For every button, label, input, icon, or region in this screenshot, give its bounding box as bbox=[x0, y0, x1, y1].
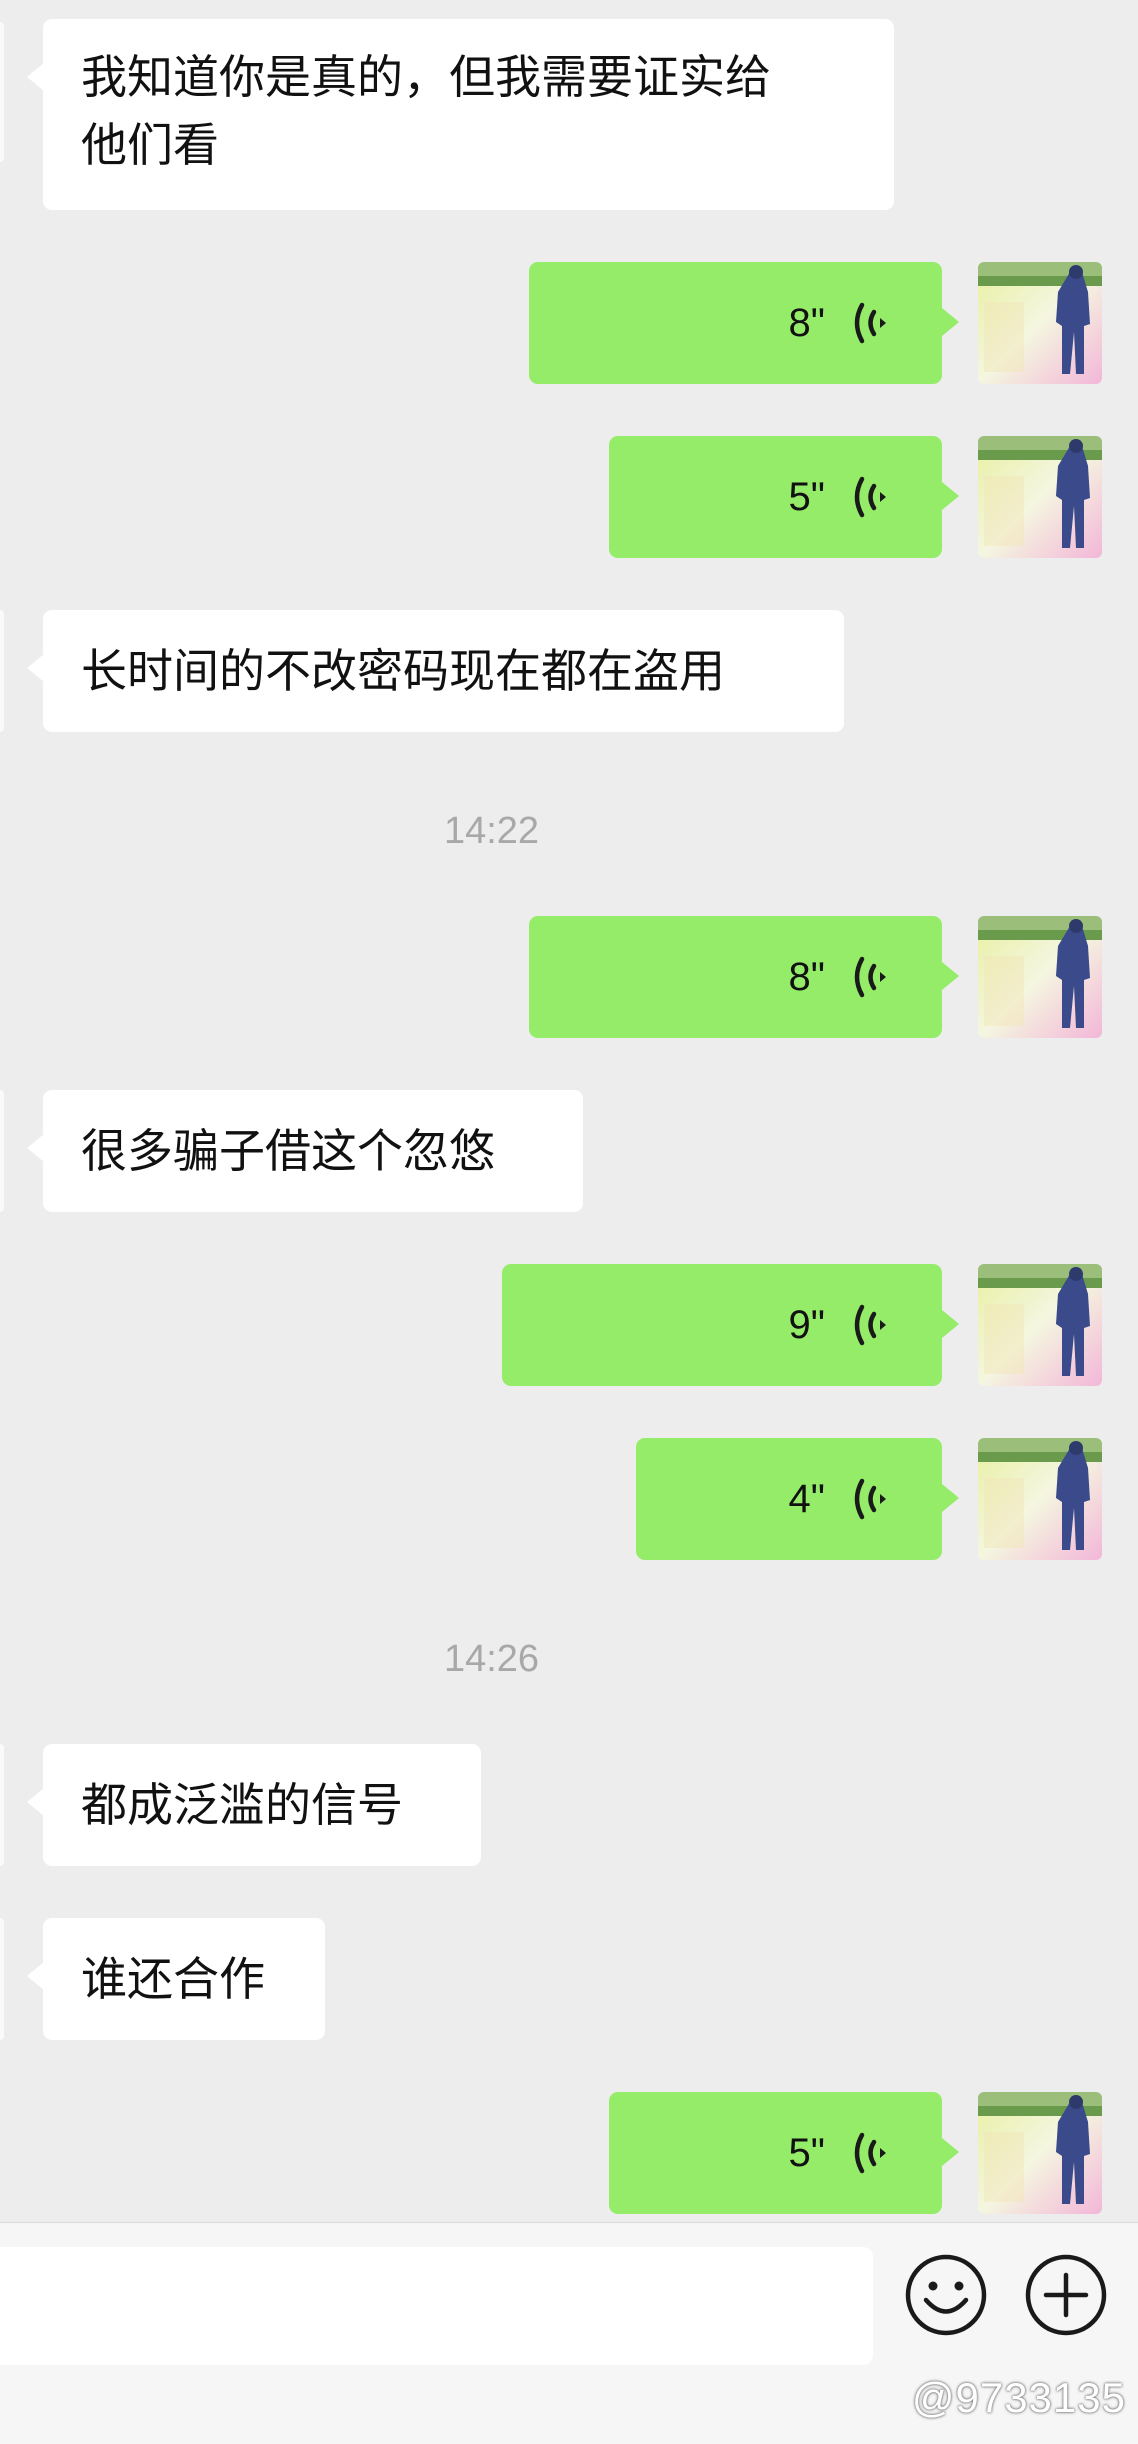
avatar[interactable] bbox=[978, 262, 1102, 384]
voice-wave-icon bbox=[854, 1478, 886, 1520]
sender-avatar-edge[interactable] bbox=[0, 1744, 4, 1866]
avatar-image bbox=[978, 262, 1102, 384]
avatar[interactable] bbox=[978, 916, 1102, 1038]
message-input[interactable] bbox=[0, 2247, 873, 2365]
avatar-image bbox=[978, 1264, 1102, 1386]
timestamp: 14:22 bbox=[443, 810, 540, 852]
incoming-message[interactable]: 谁还合作 bbox=[27, 1918, 325, 2040]
voice-wave-icon bbox=[854, 1304, 886, 1346]
message-line: 他们看 bbox=[81, 118, 219, 172]
voice-duration: 4" bbox=[788, 1477, 825, 1521]
sender-avatar-edge[interactable] bbox=[0, 1918, 4, 2040]
voice-wave-icon bbox=[854, 2132, 886, 2174]
voice-message[interactable]: 5" bbox=[609, 436, 959, 558]
message-line: 谁还合作 bbox=[81, 1952, 265, 2006]
message-line: 都成泛滥的信号 bbox=[81, 1778, 403, 1832]
voice-wave-icon bbox=[854, 956, 886, 998]
voice-message[interactable]: 8" bbox=[529, 262, 959, 384]
incoming-message[interactable]: 长时间的不改密码现在都在盗用 bbox=[27, 610, 844, 732]
avatar[interactable] bbox=[978, 1438, 1102, 1560]
input-bar: @9733135 bbox=[0, 2222, 1138, 2444]
avatar-image bbox=[978, 916, 1102, 1038]
timestamp: 14:26 bbox=[443, 1638, 540, 1680]
watermark: @9733135 bbox=[911, 2374, 1126, 2421]
voice-wave-icon bbox=[854, 476, 886, 518]
avatar[interactable] bbox=[978, 436, 1102, 558]
message-line: 我知道你是真的，但我需要证实给 bbox=[81, 50, 771, 104]
message-line: 长时间的不改密码现在都在盗用 bbox=[81, 644, 725, 698]
voice-duration: 5" bbox=[788, 2131, 825, 2175]
avatar-image bbox=[978, 2092, 1102, 2214]
sender-avatar-edge[interactable] bbox=[0, 1090, 4, 1212]
voice-message[interactable]: 4" bbox=[636, 1438, 959, 1560]
sender-avatar-edge[interactable] bbox=[0, 22, 4, 162]
voice-message[interactable]: 5" bbox=[609, 2092, 959, 2214]
emoji-icon[interactable] bbox=[904, 2253, 988, 2337]
incoming-message[interactable]: 很多骗子借这个忽悠 bbox=[27, 1090, 583, 1212]
voice-duration: 8" bbox=[788, 301, 825, 345]
voice-duration: 5" bbox=[788, 475, 825, 519]
voice-message[interactable]: 8" bbox=[529, 916, 959, 1038]
voice-duration: 9" bbox=[788, 1303, 825, 1347]
incoming-message[interactable]: 都成泛滥的信号 bbox=[27, 1744, 481, 1866]
voice-duration: 8" bbox=[788, 955, 825, 999]
avatar[interactable] bbox=[978, 1264, 1102, 1386]
avatar-image bbox=[978, 436, 1102, 558]
chat-area[interactable]: 我知道你是真的，但我需要证实给 他们看 8" 5" 长时间的不改密码现在都在盗用… bbox=[0, 0, 1138, 2222]
avatar[interactable] bbox=[978, 2092, 1102, 2214]
message-line: 很多骗子借这个忽悠 bbox=[81, 1124, 495, 1178]
voice-wave-icon bbox=[854, 302, 886, 344]
voice-message[interactable]: 9" bbox=[502, 1264, 959, 1386]
sender-avatar-edge[interactable] bbox=[0, 610, 4, 732]
incoming-message[interactable]: 我知道你是真的，但我需要证实给 他们看 bbox=[27, 19, 894, 210]
avatar-image bbox=[978, 1438, 1102, 1560]
plus-icon[interactable] bbox=[1024, 2253, 1108, 2337]
